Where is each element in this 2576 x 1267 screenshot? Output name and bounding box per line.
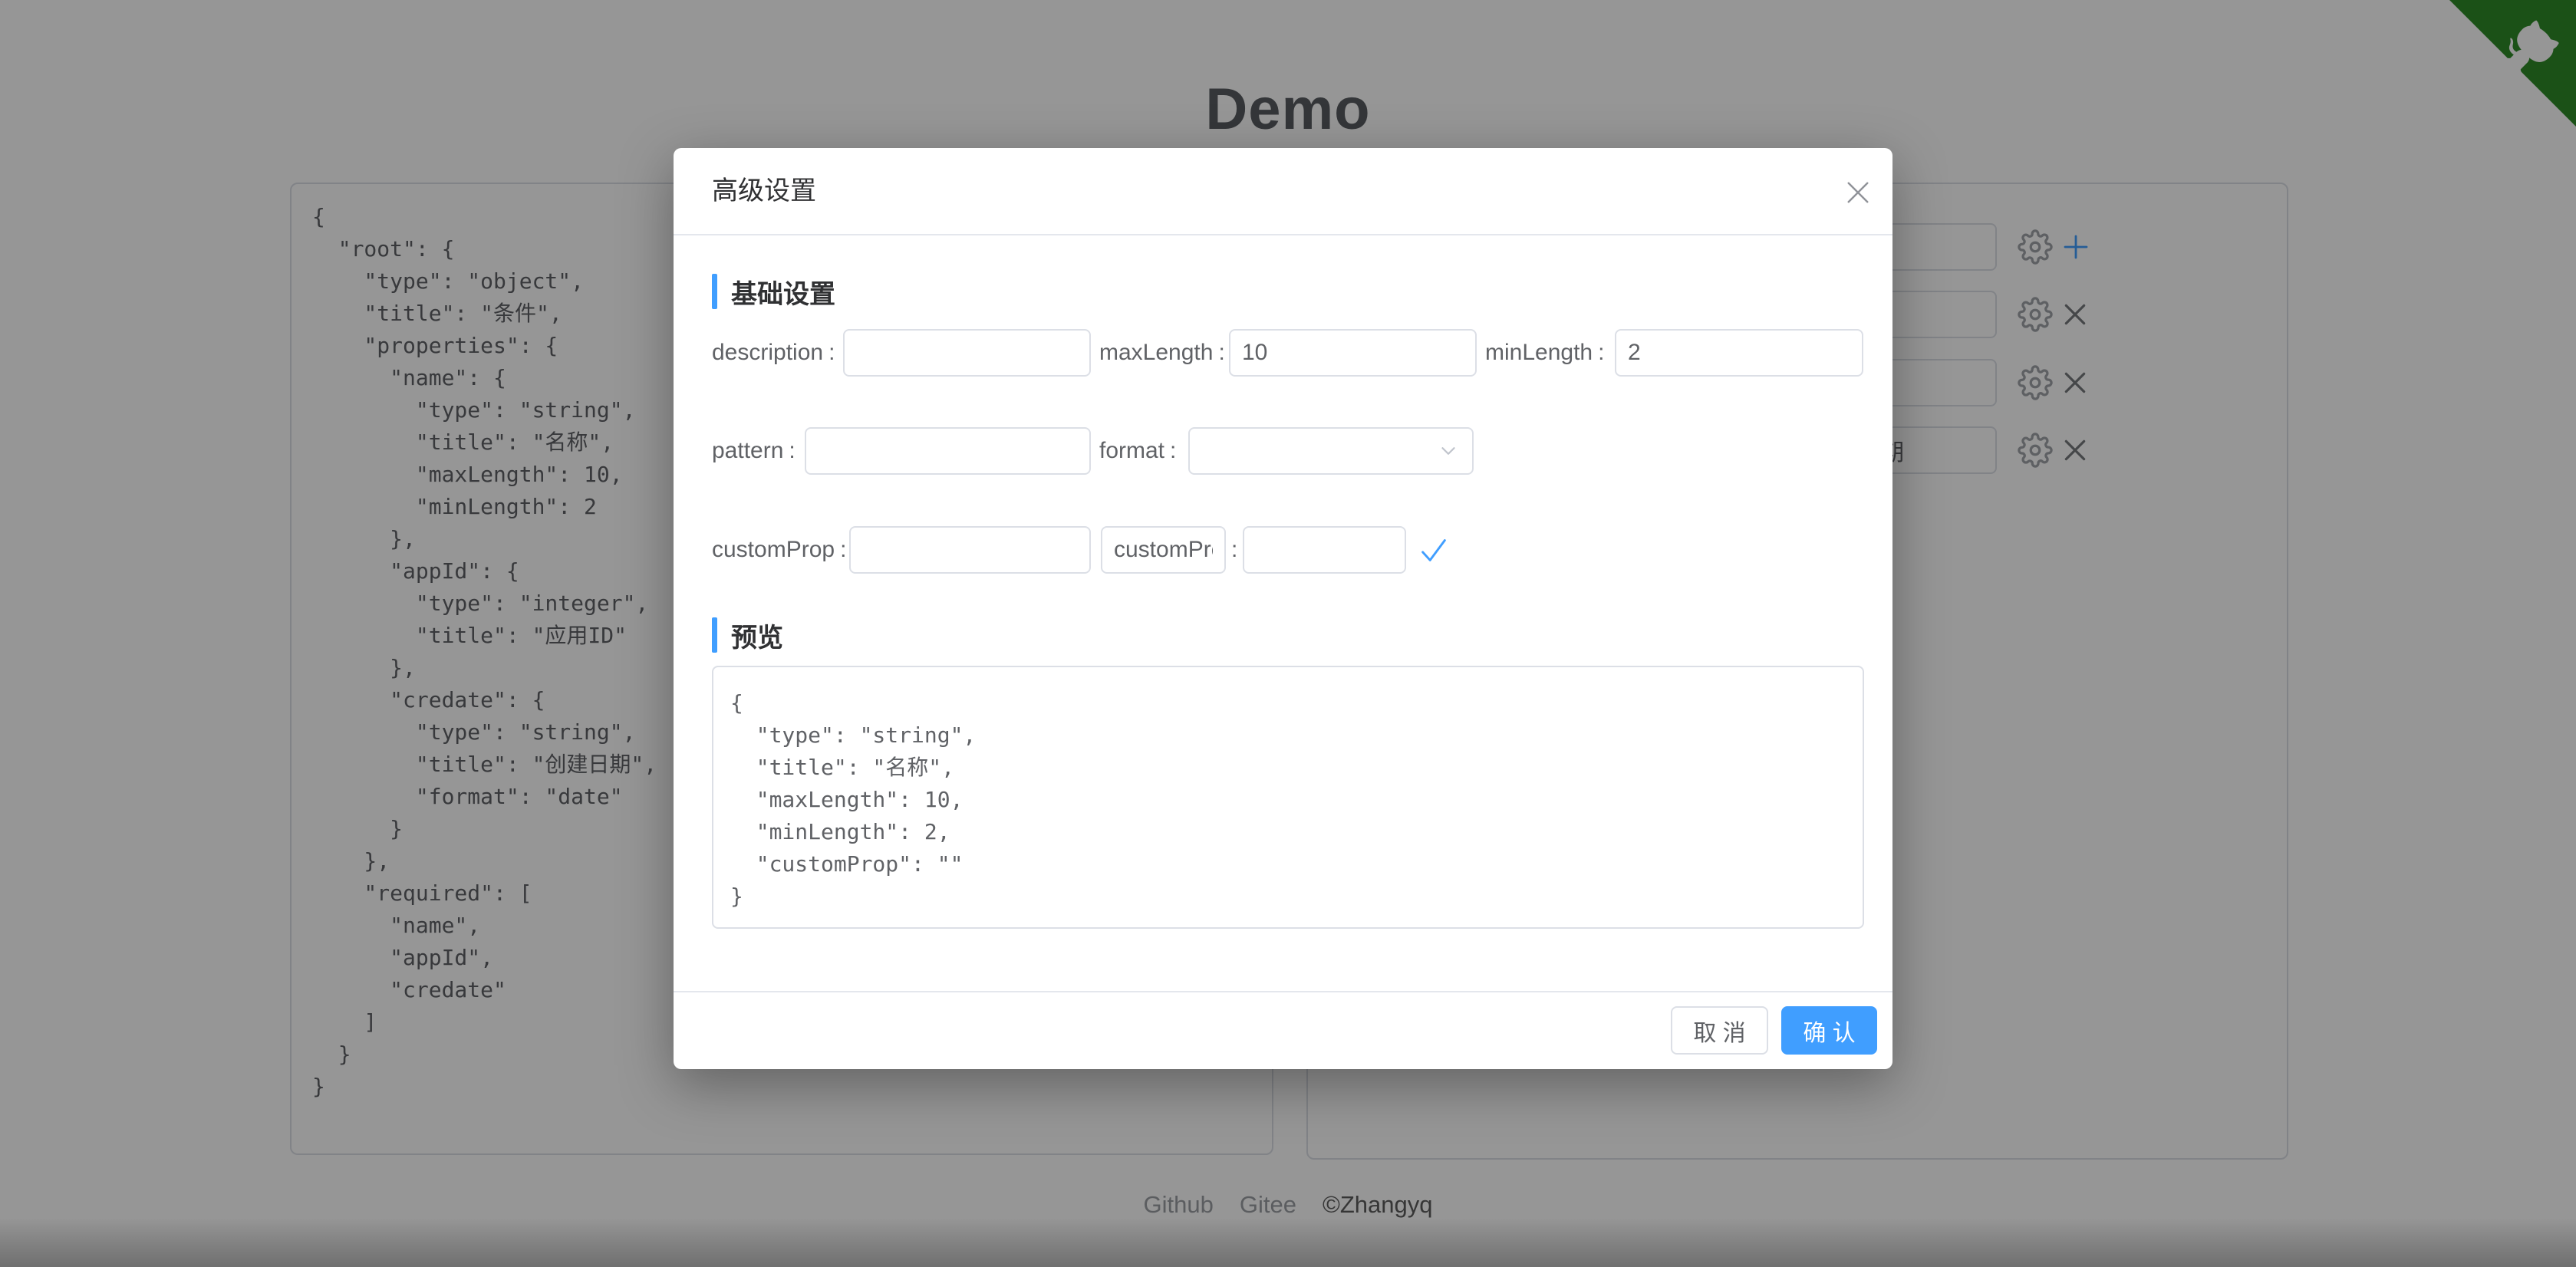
advanced-settings-dialog: 高级设置 基础设置 description: maxLength: minLen… <box>674 148 1892 1069</box>
minlength-label: minLength: <box>1485 329 1604 377</box>
maxlength-input[interactable] <box>1229 329 1477 377</box>
customprop-key-input[interactable] <box>1101 526 1226 574</box>
close-icon[interactable] <box>1842 176 1874 209</box>
section-accent-bar <box>712 617 717 653</box>
cancel-button[interactable]: 取 消 <box>1671 1006 1768 1055</box>
customprop-value-input[interactable] <box>849 526 1091 574</box>
customprop-pair-input[interactable] <box>1243 526 1406 574</box>
pair-colon: : <box>1231 526 1237 574</box>
section-accent-bar <box>712 274 717 309</box>
pattern-input[interactable] <box>805 427 1091 475</box>
bottom-shade <box>0 1218 2576 1267</box>
customprop-label: customProp: <box>712 526 846 574</box>
description-label: description: <box>712 329 835 377</box>
minlength-input[interactable] <box>1615 329 1863 377</box>
maxlength-label: maxLength: <box>1099 329 1225 377</box>
pattern-label: pattern: <box>712 427 796 475</box>
section-preview: 预览 <box>712 617 783 653</box>
preview-box: { "type": "string", "title": "名称", "maxL… <box>712 666 1864 929</box>
dialog-header: 高级设置 <box>674 148 1892 235</box>
section-basic-settings: 基础设置 <box>712 274 835 309</box>
confirm-check-icon[interactable] <box>1416 532 1451 568</box>
footer-divider <box>674 991 1892 992</box>
dialog-title: 高级设置 <box>712 148 816 234</box>
format-label: format: <box>1099 427 1176 475</box>
preview-code: { "type": "string", "title": "名称", "maxL… <box>730 687 976 913</box>
confirm-button[interactable]: 确 认 <box>1781 1006 1877 1055</box>
description-input[interactable] <box>843 329 1091 377</box>
format-select[interactable] <box>1188 427 1474 475</box>
chevron-down-icon <box>1437 439 1460 462</box>
